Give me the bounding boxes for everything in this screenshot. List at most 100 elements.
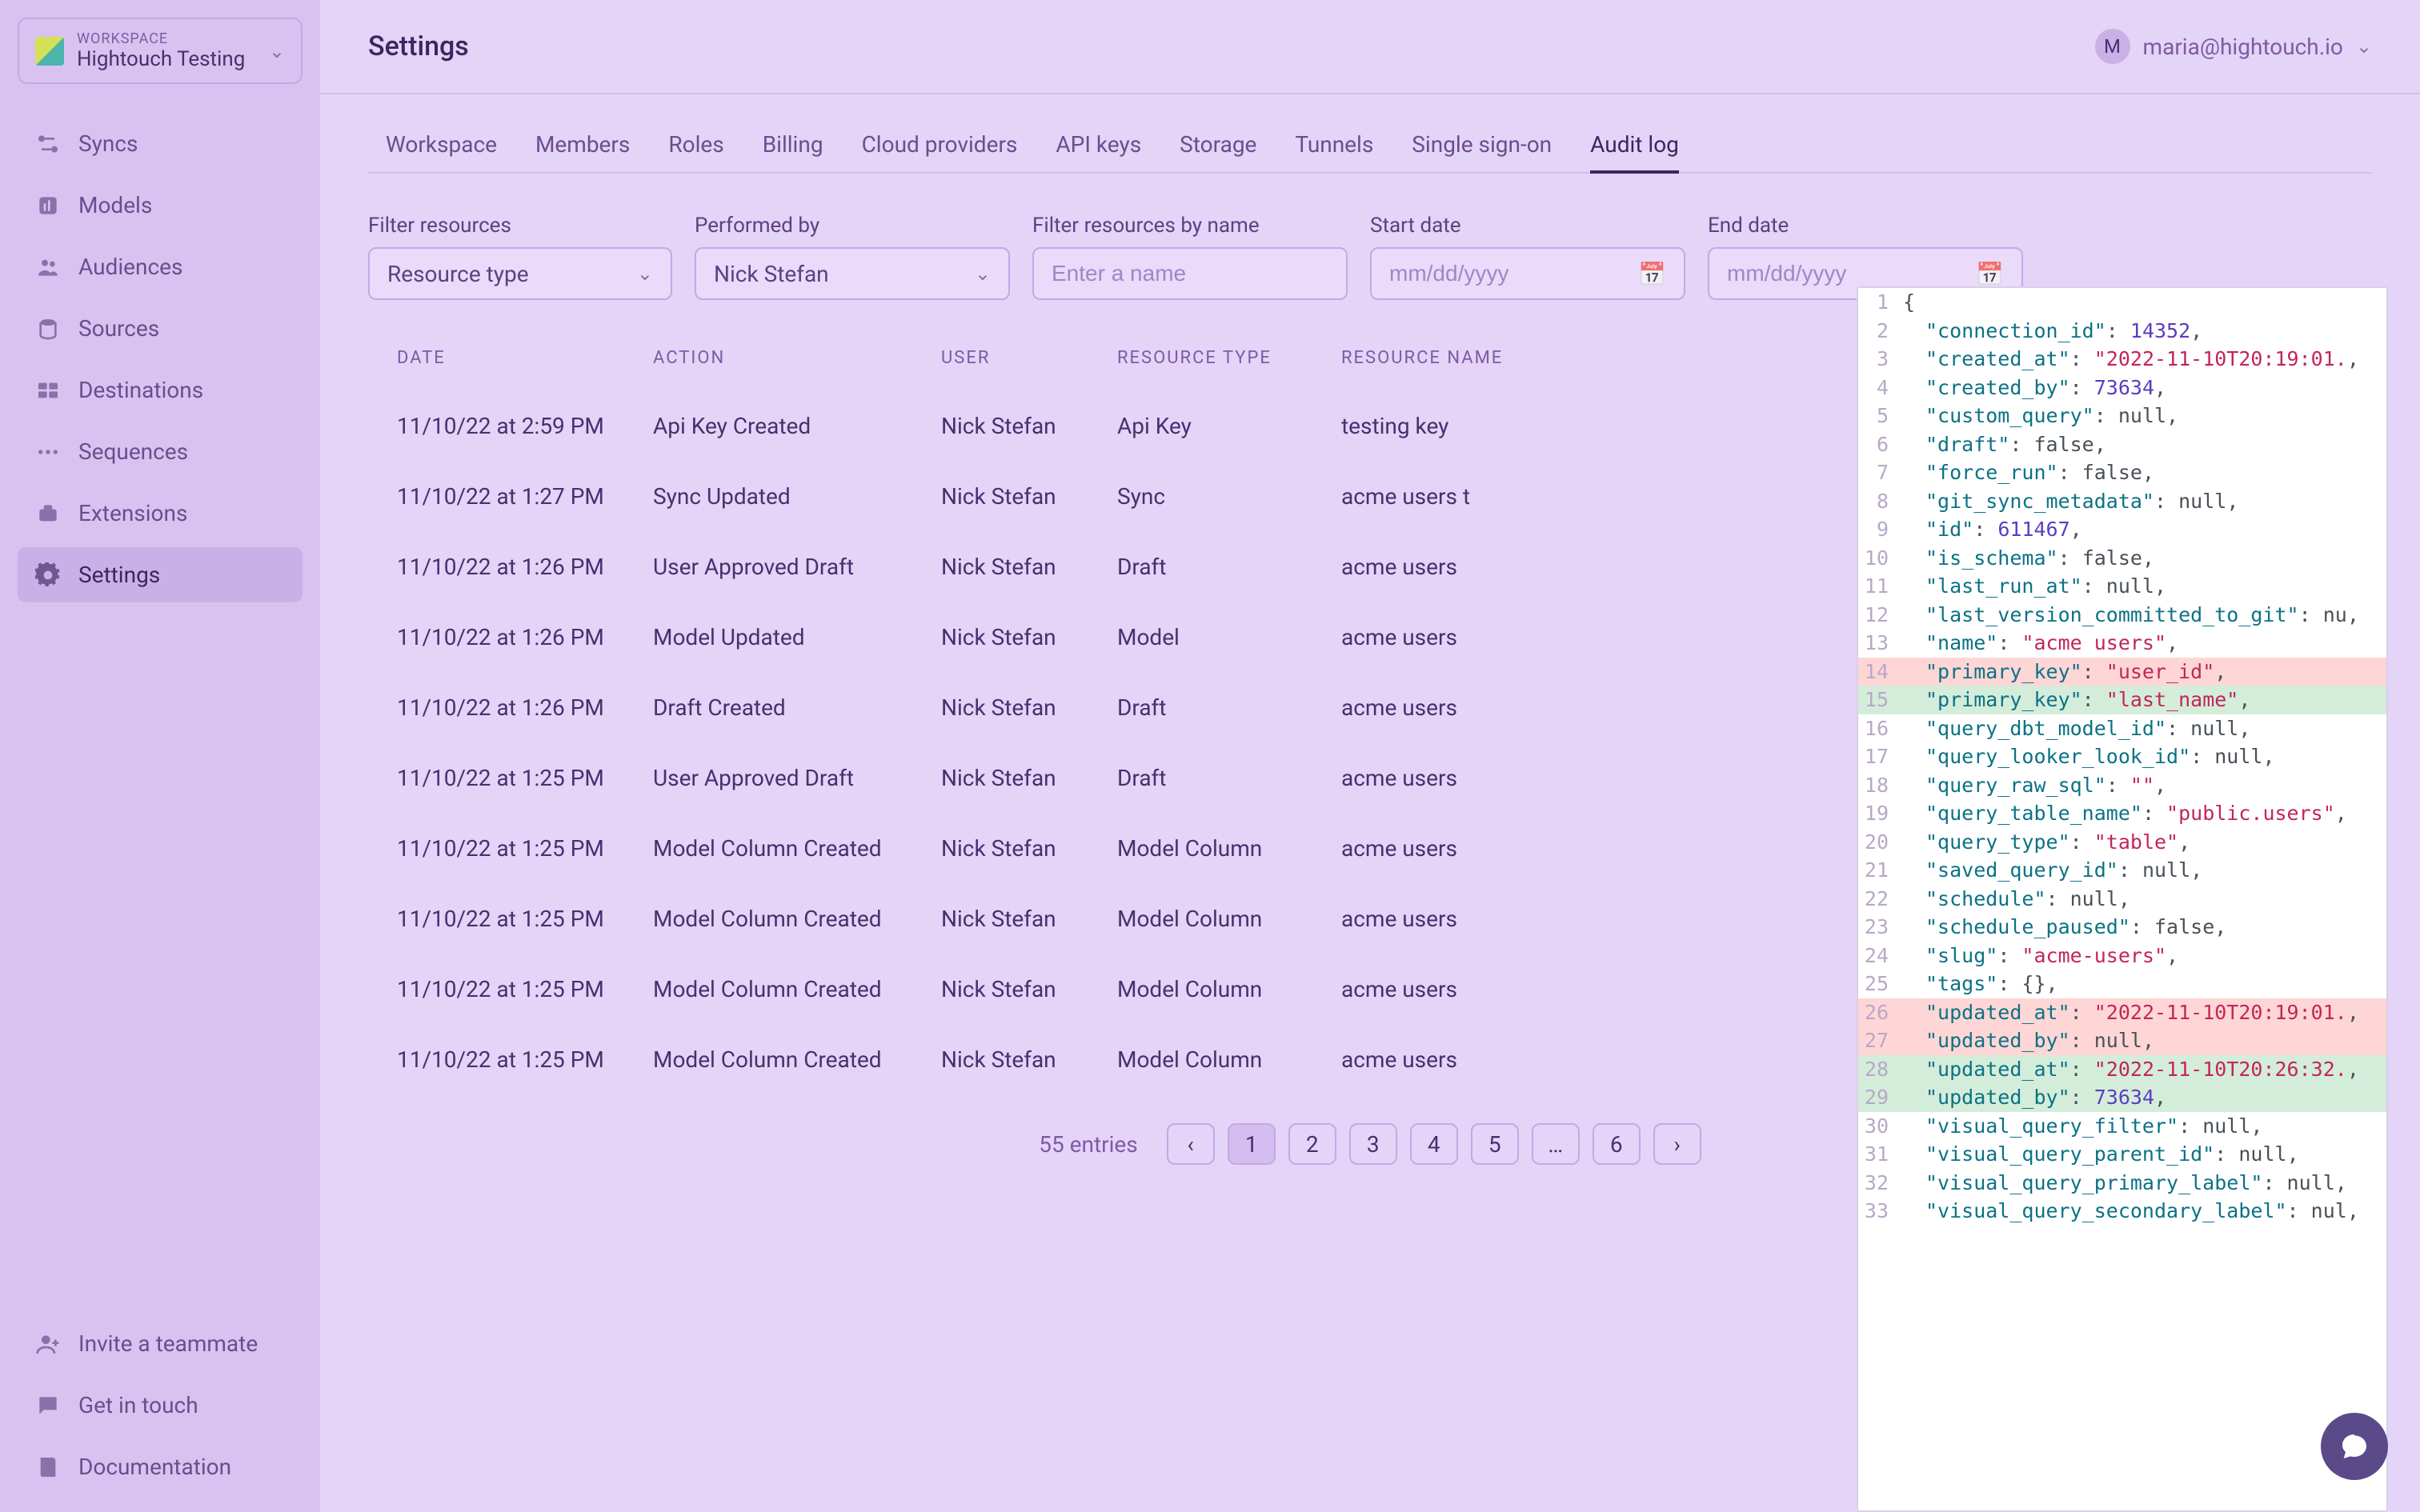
- tab-api-keys[interactable]: API keys: [1056, 117, 1141, 172]
- code-line: 12"last_version_committed_to_git": nu,: [1858, 601, 2386, 630]
- code-line: 5"custom_query": null,: [1858, 402, 2386, 430]
- sources-icon: [35, 316, 61, 342]
- code-line: 11"last_run_at": null,: [1858, 572, 2386, 601]
- code-line: 3"created_at": "2022-11-10T20:19:01.,: [1858, 345, 2386, 374]
- tab-workspace[interactable]: Workspace: [386, 117, 497, 172]
- tab-tunnels[interactable]: Tunnels: [1295, 117, 1373, 172]
- page-button[interactable]: 3: [1349, 1123, 1397, 1165]
- models-icon: [35, 193, 61, 218]
- tab-single-sign-on[interactable]: Single sign-on: [1412, 117, 1552, 172]
- sidebar-nav: Syncs Models Audiences Sources Destinati…: [18, 116, 302, 1494]
- tab-cloud-providers[interactable]: Cloud providers: [862, 117, 1018, 172]
- chat-fab[interactable]: [2321, 1413, 2388, 1480]
- prev-page-button[interactable]: ‹: [1167, 1123, 1215, 1165]
- chevron-down-icon: ⌄: [269, 40, 285, 62]
- nav-label: Destinations: [78, 377, 203, 403]
- tab-members[interactable]: Members: [535, 117, 630, 172]
- tab-roles[interactable]: Roles: [668, 117, 723, 172]
- nav-item-invite[interactable]: Invite a teammate: [18, 1316, 302, 1371]
- code-line: 18"query_raw_sql": "",: [1858, 771, 2386, 800]
- main: Settings M maria@hightouch.io ⌄ Workspac…: [320, 0, 2420, 1512]
- nav-label: Models: [78, 192, 152, 218]
- page-title: Settings: [368, 30, 469, 62]
- gear-icon: [35, 562, 61, 588]
- code-line: 13"name": "acme users",: [1858, 629, 2386, 658]
- code-line: 27"updated_by": null,: [1858, 1026, 2386, 1055]
- calendar-icon: 📅: [1638, 261, 1666, 287]
- chevron-down-icon: ⌄: [2356, 35, 2372, 58]
- nav-item-extensions[interactable]: Extensions: [18, 486, 302, 541]
- nav-item-destinations[interactable]: Destinations: [18, 362, 302, 418]
- code-line: 29"updated_by": 73634,: [1858, 1083, 2386, 1112]
- workspace-label: WORKSPACE: [77, 30, 256, 47]
- code-line: 1{: [1858, 288, 2386, 317]
- topbar: Settings M maria@hightouch.io ⌄: [320, 0, 2420, 94]
- code-line: 20"query_type": "table",: [1858, 828, 2386, 857]
- nav-label: Sources: [78, 315, 159, 342]
- code-line: 10"is_schema": false,: [1858, 544, 2386, 573]
- audiences-icon: [35, 254, 61, 280]
- tab-storage[interactable]: Storage: [1180, 117, 1256, 172]
- entries-count: 55 entries: [1039, 1131, 1137, 1158]
- code-line: 9"id": 611467,: [1858, 515, 2386, 544]
- nav-item-syncs[interactable]: Syncs: [18, 116, 302, 171]
- user-plus-icon: [35, 1331, 61, 1357]
- nav-item-audiences[interactable]: Audiences: [18, 239, 302, 294]
- chat-icon: [2338, 1430, 2370, 1462]
- code-line: 4"created_by": 73634,: [1858, 374, 2386, 402]
- nav-label: Invite a teammate: [78, 1330, 258, 1357]
- code-line: 23"schedule_paused": false,: [1858, 913, 2386, 942]
- nav-item-sources[interactable]: Sources: [18, 301, 302, 356]
- workspace-selector[interactable]: WORKSPACE Hightouch Testing ⌄: [18, 18, 302, 84]
- page-button[interactable]: 4: [1410, 1123, 1458, 1165]
- page-button[interactable]: 2: [1288, 1123, 1336, 1165]
- book-icon: [35, 1454, 61, 1480]
- nav-item-settings[interactable]: Settings: [18, 547, 302, 602]
- code-line: 19"query_table_name": "public.users",: [1858, 799, 2386, 828]
- audit-detail-panel[interactable]: 1{2"connection_id": 14352,3"created_at":…: [1857, 286, 2388, 1512]
- resource-name-input[interactable]: [1032, 247, 1348, 300]
- filter-label: Filter resources: [368, 214, 672, 238]
- nav-label: Settings: [78, 562, 160, 588]
- code-line: 6"draft": false,: [1858, 430, 2386, 459]
- filter-label: Performed by: [695, 214, 1010, 238]
- filter-label: End date: [1708, 214, 2023, 238]
- code-line: 28"updated_at": "2022-11-10T20:26:32.,: [1858, 1055, 2386, 1084]
- nav-item-docs[interactable]: Documentation: [18, 1439, 302, 1494]
- workspace-name: Hightouch Testing: [77, 47, 256, 71]
- code-line: 31"visual_query_parent_id": null,: [1858, 1140, 2386, 1169]
- code-line: 25"tags": {},: [1858, 970, 2386, 998]
- tab-audit-log[interactable]: Audit log: [1590, 117, 1679, 172]
- nav-label: Documentation: [78, 1454, 231, 1480]
- chevron-down-icon: ⌄: [975, 262, 991, 285]
- nav-label: Sequences: [78, 438, 188, 465]
- code-line: 32"visual_query_primary_label": null,: [1858, 1169, 2386, 1198]
- tab-billing[interactable]: Billing: [763, 117, 823, 172]
- page-button[interactable]: 6: [1593, 1123, 1641, 1165]
- page-button[interactable]: 1: [1228, 1123, 1276, 1165]
- nav-item-sequences[interactable]: Sequences: [18, 424, 302, 479]
- nav-label: Audiences: [78, 254, 182, 280]
- next-page-button[interactable]: ›: [1653, 1123, 1701, 1165]
- code-line: 26"updated_at": "2022-11-10T20:19:01.,: [1858, 998, 2386, 1027]
- nav-item-contact[interactable]: Get in touch: [18, 1378, 302, 1433]
- filter-label: Filter resources by name: [1032, 214, 1348, 238]
- start-date-input[interactable]: 📅: [1370, 247, 1685, 300]
- resource-type-select[interactable]: Resource type ⌄: [368, 247, 672, 300]
- code-line: 17"query_looker_look_id": null,: [1858, 742, 2386, 771]
- user-email: maria@hightouch.io: [2143, 34, 2343, 60]
- code-line: 16"query_dbt_model_id": null,: [1858, 714, 2386, 743]
- code-line: 7"force_run": false,: [1858, 458, 2386, 487]
- performed-by-select[interactable]: Nick Stefan ⌄: [695, 247, 1010, 300]
- code-line: 22"schedule": null,: [1858, 885, 2386, 914]
- nav-item-models[interactable]: Models: [18, 178, 302, 233]
- user-menu[interactable]: M maria@hightouch.io ⌄: [2095, 29, 2372, 64]
- code-line: 2"connection_id": 14352,: [1858, 317, 2386, 346]
- nav-label: Extensions: [78, 500, 187, 526]
- workspace-logo-icon: [35, 37, 64, 66]
- page-button[interactable]: 5: [1471, 1123, 1519, 1165]
- nav-label: Syncs: [78, 130, 138, 157]
- code-line: 24"slug": "acme-users",: [1858, 942, 2386, 970]
- settings-tabs: Workspace Members Roles Billing Cloud provid…: [368, 117, 2372, 174]
- code-line: 8"git_sync_metadata": null,: [1858, 487, 2386, 516]
